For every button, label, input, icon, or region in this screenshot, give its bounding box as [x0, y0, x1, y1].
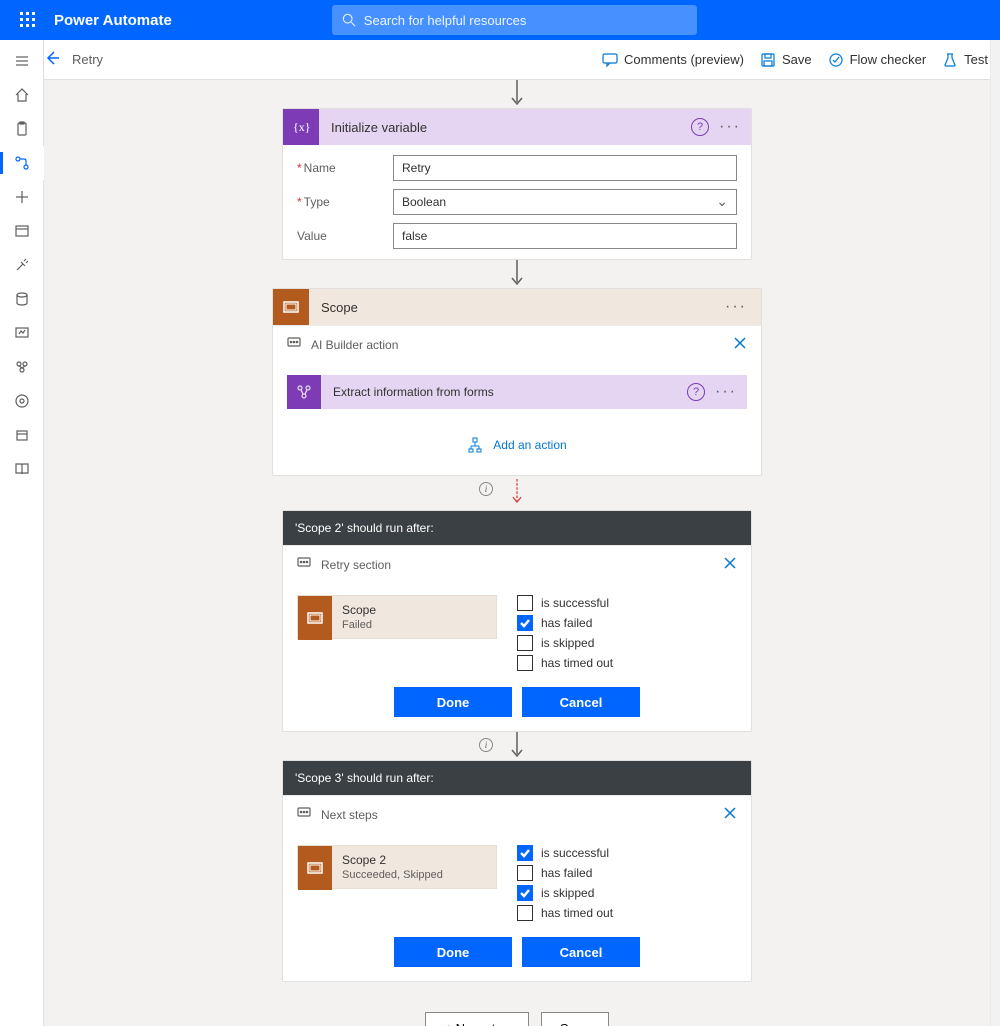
cancel-button[interactable]: Cancel	[522, 687, 640, 717]
connector-arrow: i	[507, 732, 527, 760]
global-header: Power Automate	[0, 0, 1000, 40]
flow-canvas[interactable]: {x} Initialize variable ? ··· *Name Retr…	[44, 80, 990, 1026]
scope-icon	[273, 289, 309, 325]
close-icon[interactable]	[723, 806, 737, 823]
variable-icon: {x}	[283, 109, 319, 145]
runafter-banner: 'Scope 3' should run after:	[295, 771, 741, 785]
checkbox-failed[interactable]	[517, 865, 533, 881]
nav-home[interactable]	[0, 78, 44, 112]
checkbox-timedout[interactable]	[517, 905, 533, 921]
name-input[interactable]: Retry	[393, 155, 737, 181]
save-button[interactable]: Save	[760, 52, 812, 68]
runafter-scope2: 'Scope 2' should run after: Retry sectio…	[282, 510, 752, 732]
group-icon	[297, 806, 311, 823]
info-icon[interactable]: i	[479, 482, 493, 496]
add-action-link[interactable]: Add an action	[273, 409, 761, 475]
nav-hamburger[interactable]	[0, 44, 44, 78]
app-launcher-icon[interactable]	[8, 0, 48, 40]
card-title: Initialize variable	[331, 120, 691, 135]
predecessor-chip: Scope Failed	[297, 595, 497, 639]
action-initialize-variable[interactable]: {x} Initialize variable ? ··· *Name Retr…	[282, 108, 752, 260]
predecessor-chip: Scope 2 Succeeded, Skipped	[297, 845, 497, 889]
scrollbar-track[interactable]	[990, 40, 1000, 1026]
close-icon[interactable]	[733, 336, 747, 353]
card-menu[interactable]: ···	[715, 383, 737, 401]
nav-solutions[interactable]	[0, 418, 44, 452]
help-icon[interactable]: ?	[687, 383, 705, 401]
left-nav	[0, 40, 44, 1026]
test-button[interactable]: Test	[942, 52, 988, 68]
checkbox-successful[interactable]	[517, 595, 533, 611]
name-label: Name	[304, 161, 336, 175]
group-title: Next steps	[321, 808, 723, 822]
group-title: AI Builder action	[311, 338, 733, 352]
runafter-banner: 'Scope 2' should run after:	[295, 521, 741, 535]
group-title: Retry section	[321, 558, 723, 572]
done-button[interactable]: Done	[394, 687, 512, 717]
scope-icon	[298, 596, 332, 640]
search-icon	[342, 13, 356, 27]
chip-status: Failed	[342, 619, 376, 631]
checker-icon	[828, 52, 844, 68]
comments-button[interactable]: Comments (preview)	[602, 52, 744, 68]
connector-arrow	[507, 80, 527, 108]
value-input[interactable]: false	[393, 223, 737, 249]
inner-action-title: Extract information from forms	[333, 385, 687, 399]
nav-create[interactable]	[0, 180, 44, 214]
nav-templates[interactable]	[0, 214, 44, 248]
info-icon[interactable]: i	[479, 738, 493, 752]
type-label: Type	[304, 195, 330, 209]
action-scope[interactable]: Scope ··· AI Builder action Extract info…	[272, 288, 762, 476]
inner-action-extract-forms[interactable]: Extract information from forms ? ···	[287, 375, 747, 409]
card-title: Scope	[321, 300, 721, 315]
ai-builder-icon	[287, 375, 321, 409]
close-icon[interactable]	[723, 556, 737, 573]
checkbox-timedout[interactable]	[517, 655, 533, 671]
comment-icon	[602, 52, 618, 68]
flow-checker-button[interactable]: Flow checker	[828, 52, 927, 68]
value-label: Value	[297, 229, 327, 243]
checkbox-skipped[interactable]	[517, 635, 533, 651]
connector-arrow	[507, 260, 527, 288]
checkbox-skipped[interactable]	[517, 885, 533, 901]
nav-flows[interactable]	[0, 146, 44, 180]
add-step-icon	[467, 437, 483, 453]
save-icon	[760, 52, 776, 68]
search-input[interactable]	[364, 13, 687, 28]
done-button[interactable]: Done	[394, 937, 512, 967]
nav-ai-builder[interactable]	[0, 350, 44, 384]
chip-name: Scope 2	[342, 853, 443, 867]
help-icon[interactable]: ?	[691, 118, 709, 136]
flask-icon	[942, 52, 958, 68]
save-flow-button[interactable]: Save	[541, 1012, 609, 1026]
new-step-button[interactable]: + New step	[425, 1012, 528, 1026]
nav-approvals[interactable]	[0, 112, 44, 146]
type-select[interactable]: Boolean	[393, 189, 737, 215]
svg-text:{x}: {x}	[293, 120, 310, 134]
page-header: Retry Comments (preview) Save Flow check…	[0, 40, 1000, 80]
checkbox-failed[interactable]	[517, 615, 533, 631]
back-button[interactable]	[44, 50, 60, 69]
group-icon	[287, 336, 301, 353]
connector-arrow-conditional: i	[507, 476, 527, 510]
breadcrumb: Retry	[72, 52, 103, 67]
nav-connectors[interactable]	[0, 248, 44, 282]
brand-title: Power Automate	[54, 12, 172, 29]
card-menu[interactable]: ···	[719, 118, 741, 136]
nav-process[interactable]	[0, 384, 44, 418]
runafter-scope3: 'Scope 3' should run after: Next steps S…	[282, 760, 752, 982]
nav-data[interactable]	[0, 282, 44, 316]
nav-monitor[interactable]	[0, 316, 44, 350]
nav-learn[interactable]	[0, 452, 44, 486]
checkbox-successful[interactable]	[517, 845, 533, 861]
card-menu[interactable]: ···	[721, 298, 751, 316]
chip-status: Succeeded, Skipped	[342, 869, 443, 881]
group-icon	[297, 556, 311, 573]
chip-name: Scope	[342, 603, 376, 617]
scope-icon	[298, 846, 332, 890]
search-box[interactable]	[332, 5, 697, 35]
cancel-button[interactable]: Cancel	[522, 937, 640, 967]
